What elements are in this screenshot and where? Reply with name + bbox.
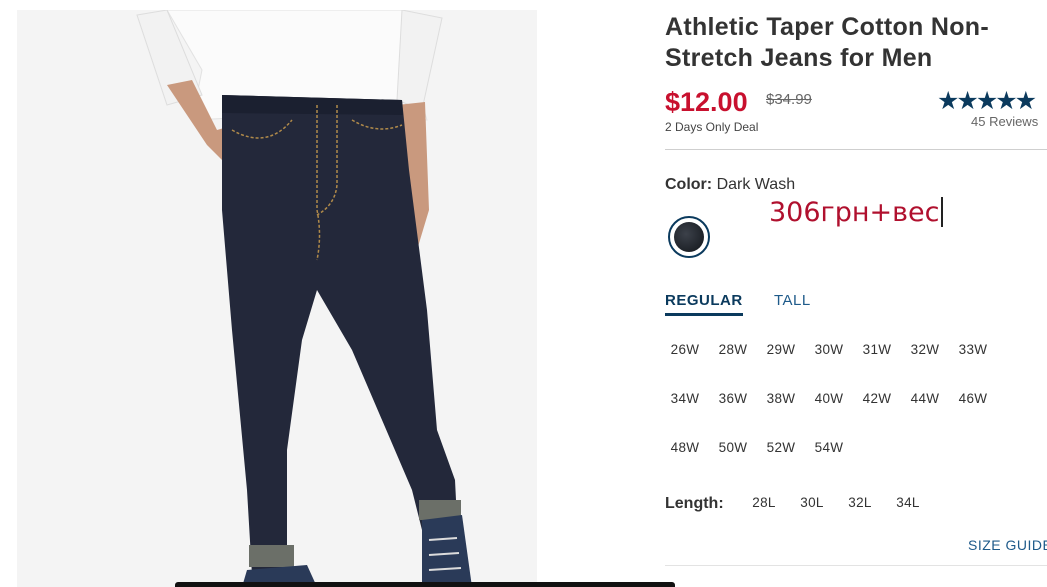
- original-price: $34.99: [766, 91, 812, 108]
- text-cursor: [940, 197, 943, 227]
- size-option[interactable]: 48W: [663, 431, 707, 465]
- deal-label: 2 Days Only Deal: [665, 120, 759, 134]
- size-option[interactable]: 40W: [807, 382, 851, 416]
- divider: [665, 565, 1047, 566]
- size-option[interactable]: 42W: [855, 382, 899, 416]
- size-option[interactable]: 28W: [711, 333, 755, 367]
- size-option[interactable]: 33W: [951, 333, 995, 367]
- product-title: Athletic Taper Cotton Non-Stretch Jeans …: [665, 13, 989, 72]
- swatch-fill: [674, 222, 704, 252]
- handwritten-price-note[interactable]: 306грн+вес: [769, 197, 943, 228]
- size-option[interactable]: 32W: [903, 333, 947, 367]
- length-option[interactable]: 34L: [886, 486, 930, 520]
- color-swatch-dark-wash[interactable]: [668, 216, 710, 258]
- reviews-link[interactable]: 45 Reviews: [971, 114, 1038, 129]
- size-option[interactable]: 31W: [855, 333, 899, 367]
- tab-tall[interactable]: TALL: [774, 292, 811, 309]
- size-option[interactable]: 38W: [759, 382, 803, 416]
- size-option[interactable]: 52W: [759, 431, 803, 465]
- color-value: Dark Wash: [716, 176, 796, 193]
- size-option[interactable]: 50W: [711, 431, 755, 465]
- length-option[interactable]: 28L: [742, 486, 786, 520]
- length-label: Length:: [665, 495, 724, 512]
- size-option[interactable]: 44W: [903, 382, 947, 416]
- size-option[interactable]: 26W: [663, 333, 707, 367]
- scroll-indicator: [175, 582, 675, 587]
- note-text: 306грн+вес: [769, 197, 940, 228]
- product-info-panel: Athletic Taper Cotton Non-Stretch Jeans …: [665, 0, 1047, 587]
- sale-price: $12.00: [665, 87, 748, 117]
- size-option[interactable]: 36W: [711, 382, 755, 416]
- size-option[interactable]: 34W: [663, 382, 707, 416]
- jeans-photo: [136, 10, 472, 587]
- rating-stars-icon[interactable]: ★★★★★: [937, 86, 1037, 116]
- tab-regular[interactable]: REGULAR: [665, 292, 743, 316]
- length-option[interactable]: 30L: [790, 486, 834, 520]
- divider: [665, 149, 1047, 150]
- size-option[interactable]: 29W: [759, 333, 803, 367]
- color-label: Color:: [665, 176, 713, 193]
- size-guide-link[interactable]: SIZE GUIDE: [968, 537, 1047, 553]
- size-option[interactable]: 46W: [951, 382, 995, 416]
- length-option[interactable]: 32L: [838, 486, 882, 520]
- size-option[interactable]: 30W: [807, 333, 851, 367]
- size-option[interactable]: 54W: [807, 431, 851, 465]
- color-row: Color: Dark Wash: [665, 176, 795, 194]
- product-image[interactable]: [17, 10, 537, 587]
